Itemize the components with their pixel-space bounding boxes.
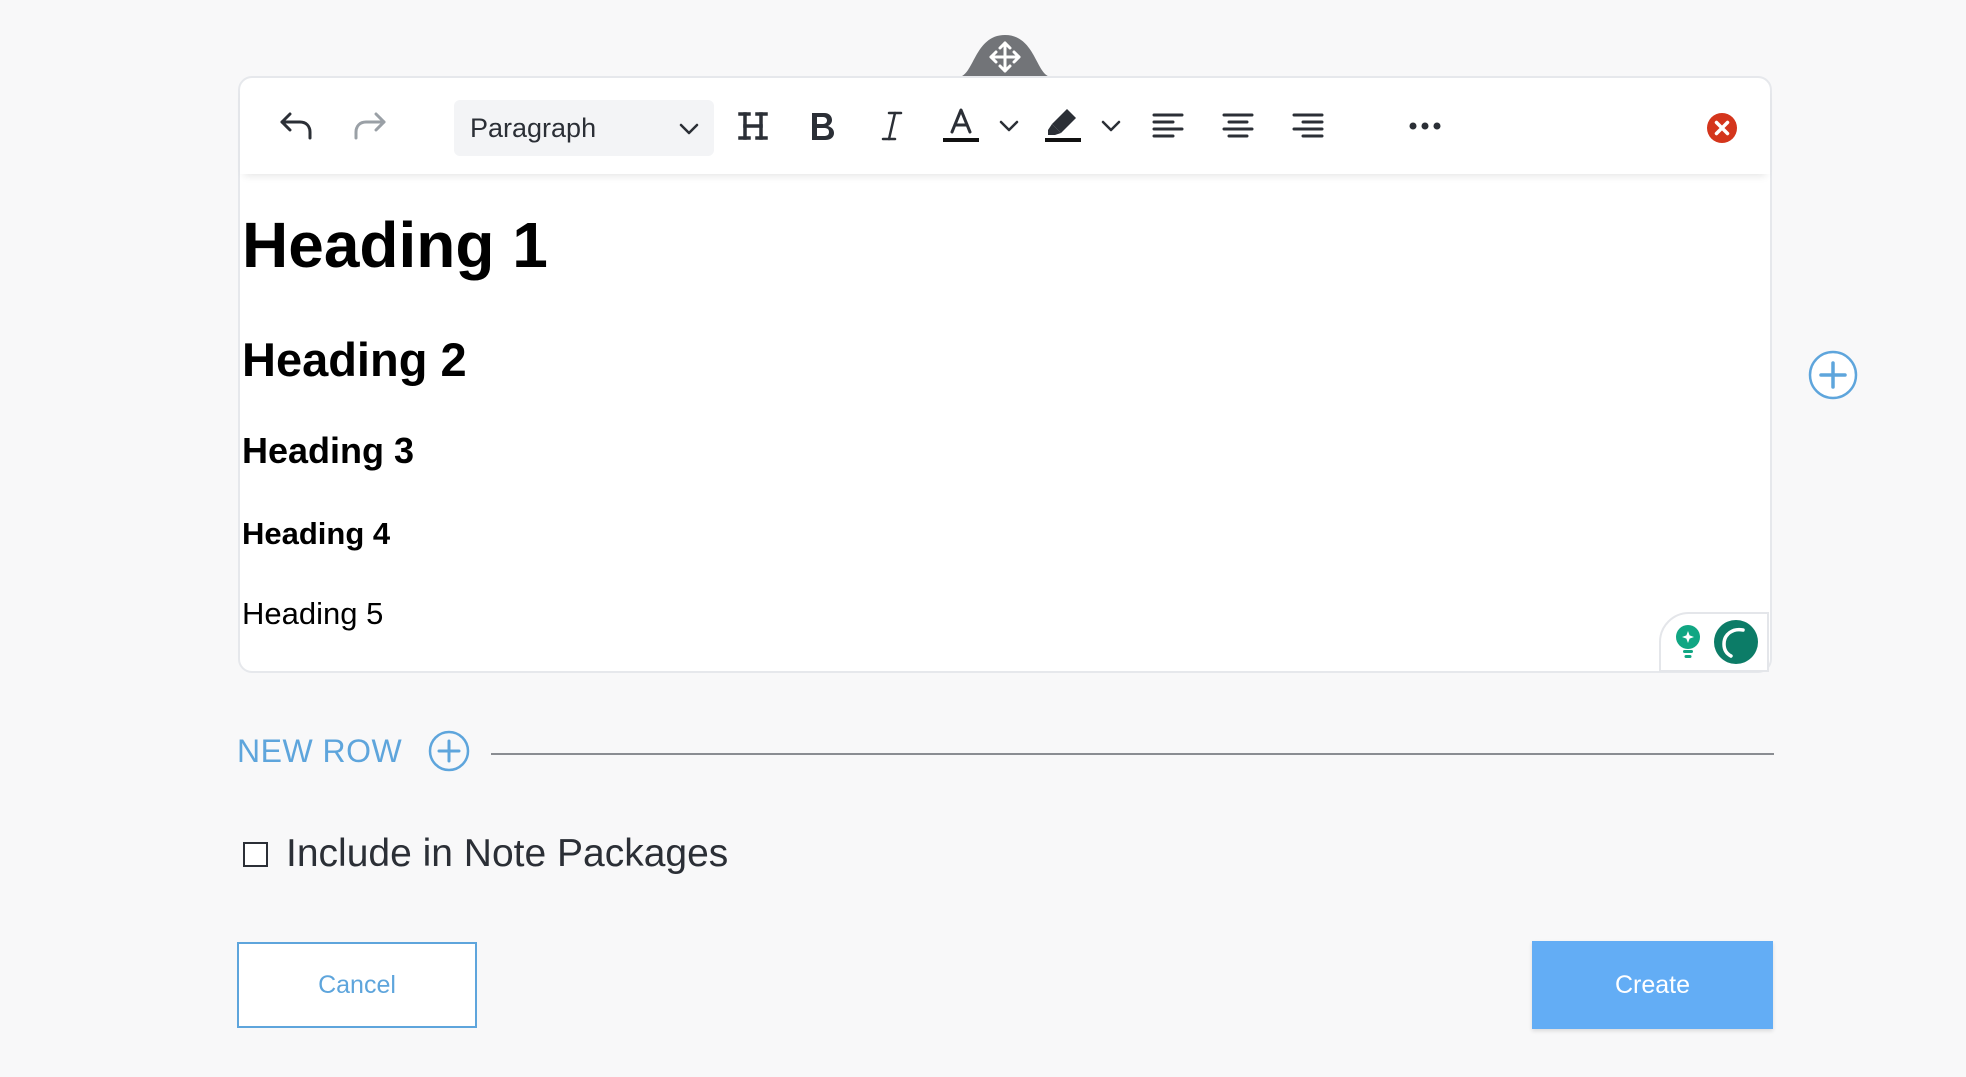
font-color-dropdown[interactable] <box>994 100 1024 152</box>
create-button[interactable]: Create <box>1532 941 1773 1029</box>
lightbulb-icon <box>1676 625 1700 658</box>
heading-button[interactable] <box>728 100 778 152</box>
drag-handle[interactable] <box>958 35 1052 77</box>
chevron-down-icon <box>1101 120 1121 132</box>
heading-4: Heading 4 <box>242 516 391 551</box>
redo-button[interactable] <box>344 100 396 152</box>
align-left-button[interactable] <box>1143 100 1193 152</box>
redo-icon <box>354 112 386 140</box>
more-options-button[interactable] <box>1400 100 1450 152</box>
highlight-dropdown[interactable] <box>1096 100 1126 152</box>
more-options-icon <box>1409 122 1441 130</box>
close-editor-button[interactable] <box>1706 112 1738 144</box>
heading-icon <box>738 112 768 140</box>
new-row-divider <box>491 753 1774 755</box>
align-center-icon <box>1222 113 1254 138</box>
block-style-value: Paragraph <box>470 112 597 143</box>
new-row: NEW ROW <box>237 730 470 772</box>
undo-icon <box>280 112 312 140</box>
new-row-label[interactable]: NEW ROW <box>237 733 402 770</box>
close-circle-icon <box>1707 113 1737 143</box>
align-center-button[interactable] <box>1213 100 1263 152</box>
grammar-assistant-widget[interactable] <box>1659 612 1769 672</box>
include-note-packages-checkbox[interactable] <box>243 841 268 867</box>
align-right-icon <box>1292 113 1324 138</box>
font-color-button[interactable] <box>936 100 986 152</box>
include-note-packages: Include in Note Packages <box>243 832 728 876</box>
plus-circle-icon[interactable] <box>428 730 470 772</box>
chevron-down-icon <box>999 120 1019 132</box>
font-color-icon <box>943 108 979 142</box>
heading-5: Heading 5 <box>242 596 384 631</box>
grammar-assistant-icon <box>1714 620 1758 664</box>
align-right-button[interactable] <box>1283 100 1333 152</box>
cancel-button[interactable]: Cancel <box>237 942 477 1028</box>
editor-toolbar: Paragraph <box>240 78 1770 174</box>
bold-icon <box>812 113 834 140</box>
italic-icon <box>881 111 903 141</box>
block-style-select[interactable]: Paragraph <box>454 100 714 156</box>
bold-button[interactable] <box>797 100 847 152</box>
chevron-down-icon <box>679 123 699 135</box>
include-note-packages-label[interactable]: Include in Note Packages <box>286 832 728 876</box>
undo-button[interactable] <box>270 100 322 152</box>
heading-3: Heading 3 <box>242 430 415 471</box>
align-left-icon <box>1152 113 1184 138</box>
plus-circle-icon <box>1808 350 1858 400</box>
heading-1: Heading 1 <box>242 209 548 281</box>
italic-button[interactable] <box>867 100 917 152</box>
add-column-button[interactable] <box>1808 350 1858 400</box>
highlight-button[interactable] <box>1038 100 1088 152</box>
heading-2: Heading 2 <box>242 333 467 386</box>
move-arrows-icon <box>958 35 1052 77</box>
rich-text-editor: Paragraph Heading 1 Heading 2 Heading 3 … <box>238 76 1772 673</box>
highlight-icon <box>1045 109 1081 142</box>
